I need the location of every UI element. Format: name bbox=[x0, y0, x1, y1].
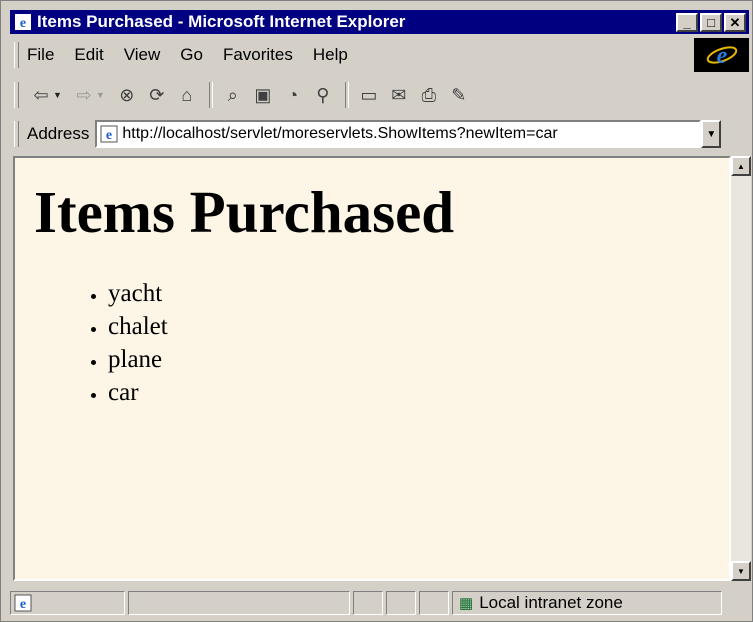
status-bar: e ▦ Local intranet zone bbox=[10, 588, 749, 618]
forward-dropdown-icon[interactable]: ▼ bbox=[96, 90, 105, 100]
page-heading: Items Purchased bbox=[34, 179, 455, 245]
forward-button[interactable]: ⇨ bbox=[70, 81, 98, 109]
channels-icon: ⚲ bbox=[316, 84, 330, 105]
page-status-icon: e bbox=[14, 594, 32, 612]
svg-text:e: e bbox=[20, 16, 26, 31]
menu-bar: File Edit View Go Favorites Help e bbox=[10, 38, 749, 72]
channels-button[interactable]: ⚲ bbox=[309, 81, 337, 109]
back-icon: ⇦ bbox=[33, 84, 49, 105]
mail-button[interactable]: ✉ bbox=[385, 81, 413, 109]
history-icon: ◔ bbox=[287, 84, 299, 105]
refresh-button[interactable]: ⟳ bbox=[143, 81, 171, 109]
toolbar-grip[interactable] bbox=[14, 42, 19, 68]
status-panel-main: e bbox=[10, 591, 125, 615]
list-item: chalet bbox=[108, 310, 729, 343]
toolbar-grip[interactable] bbox=[14, 121, 19, 147]
close-icon: ✕ bbox=[729, 14, 741, 30]
address-dropdown-button[interactable]: ▼ bbox=[701, 120, 722, 148]
status-panel bbox=[419, 591, 449, 615]
title-bar: e Items Purchased - Microsoft Internet E… bbox=[10, 10, 749, 34]
svg-text:e: e bbox=[106, 128, 112, 143]
home-icon: ⌂ bbox=[181, 84, 193, 105]
address-bar: Address e http://localhost/servlet/mores… bbox=[10, 116, 749, 152]
menu-file[interactable]: File bbox=[27, 45, 54, 65]
page-content: Items Purchased yacht chalet plane car bbox=[13, 156, 731, 581]
standard-toolbar: ⇦ ▼ ⇨ ▼ ⊗ ⟳ ⌂ ⌕ ▣ ◔ ⚲ ▭ ✉ ⎙ ✎ bbox=[10, 76, 749, 114]
svg-text:e: e bbox=[716, 43, 727, 69]
window-title: Items Purchased - Microsoft Internet Exp… bbox=[37, 12, 406, 31]
ie-page-icon: e bbox=[15, 14, 31, 31]
close-button[interactable]: ✕ bbox=[724, 12, 746, 32]
status-panel bbox=[386, 591, 416, 615]
arrow-up-icon: ▲ bbox=[737, 161, 745, 171]
history-button[interactable]: ◔ bbox=[279, 81, 307, 109]
page-icon: e bbox=[100, 125, 118, 143]
menu-favorites[interactable]: Favorites bbox=[223, 45, 293, 65]
list-item: yacht bbox=[108, 277, 729, 310]
stop-icon: ⊗ bbox=[119, 84, 135, 105]
chevron-down-icon: ▼ bbox=[706, 128, 717, 140]
list-item: plane bbox=[108, 343, 729, 376]
favorites-button[interactable]: ▣ bbox=[249, 81, 277, 109]
toolbar-grip[interactable] bbox=[14, 82, 19, 108]
vertical-scrollbar[interactable]: ▲ ▼ bbox=[731, 156, 751, 581]
scroll-up-button[interactable]: ▲ bbox=[731, 156, 751, 176]
status-panel bbox=[353, 591, 383, 615]
forward-icon: ⇨ bbox=[76, 84, 92, 105]
maximize-button[interactable]: □ bbox=[700, 12, 722, 32]
address-input[interactable]: e http://localhost/servlet/moreservlets.… bbox=[95, 120, 702, 148]
ie-logo-icon: e bbox=[694, 38, 749, 72]
intranet-zone-icon: ▦ bbox=[459, 595, 474, 612]
minimize-button[interactable]: _ bbox=[676, 12, 698, 32]
print-icon: ⎙ bbox=[421, 84, 437, 105]
address-url: http://localhost/servlet/moreservlets.Sh… bbox=[122, 125, 558, 142]
status-panel bbox=[128, 591, 350, 615]
edit-icon: ✎ bbox=[451, 84, 467, 105]
svg-text:e: e bbox=[20, 597, 26, 612]
back-dropdown-icon[interactable]: ▼ bbox=[53, 90, 62, 100]
refresh-icon: ⟳ bbox=[149, 84, 165, 105]
print-button[interactable]: ⎙ bbox=[415, 81, 443, 109]
search-button[interactable]: ⌕ bbox=[219, 81, 247, 109]
menu-view[interactable]: View bbox=[124, 45, 161, 65]
arrow-down-icon: ▼ bbox=[737, 566, 745, 576]
maximize-icon: □ bbox=[707, 14, 715, 30]
zone-label: Local intranet zone bbox=[479, 593, 623, 612]
list-item: car bbox=[108, 376, 729, 409]
menu-go[interactable]: Go bbox=[180, 45, 203, 65]
edit-button[interactable]: ✎ bbox=[445, 81, 473, 109]
stop-button[interactable]: ⊗ bbox=[113, 81, 141, 109]
scroll-down-button[interactable]: ▼ bbox=[731, 561, 751, 581]
fullscreen-icon: ▭ bbox=[360, 84, 378, 105]
items-list: yacht chalet plane car bbox=[15, 277, 729, 409]
address-label: Address bbox=[27, 124, 90, 143]
menu-help[interactable]: Help bbox=[313, 45, 348, 65]
menu-edit[interactable]: Edit bbox=[74, 45, 103, 65]
favorites-icon: ▣ bbox=[254, 84, 272, 105]
status-panel-zone: ▦ Local intranet zone bbox=[452, 591, 722, 615]
fullscreen-button[interactable]: ▭ bbox=[355, 81, 383, 109]
mail-icon: ✉ bbox=[391, 84, 407, 105]
search-icon: ⌕ bbox=[227, 84, 238, 105]
minimize-icon: _ bbox=[683, 14, 691, 30]
back-button[interactable]: ⇦ bbox=[27, 81, 55, 109]
browser-window: e Items Purchased - Microsoft Internet E… bbox=[0, 0, 753, 622]
home-button[interactable]: ⌂ bbox=[173, 81, 201, 109]
